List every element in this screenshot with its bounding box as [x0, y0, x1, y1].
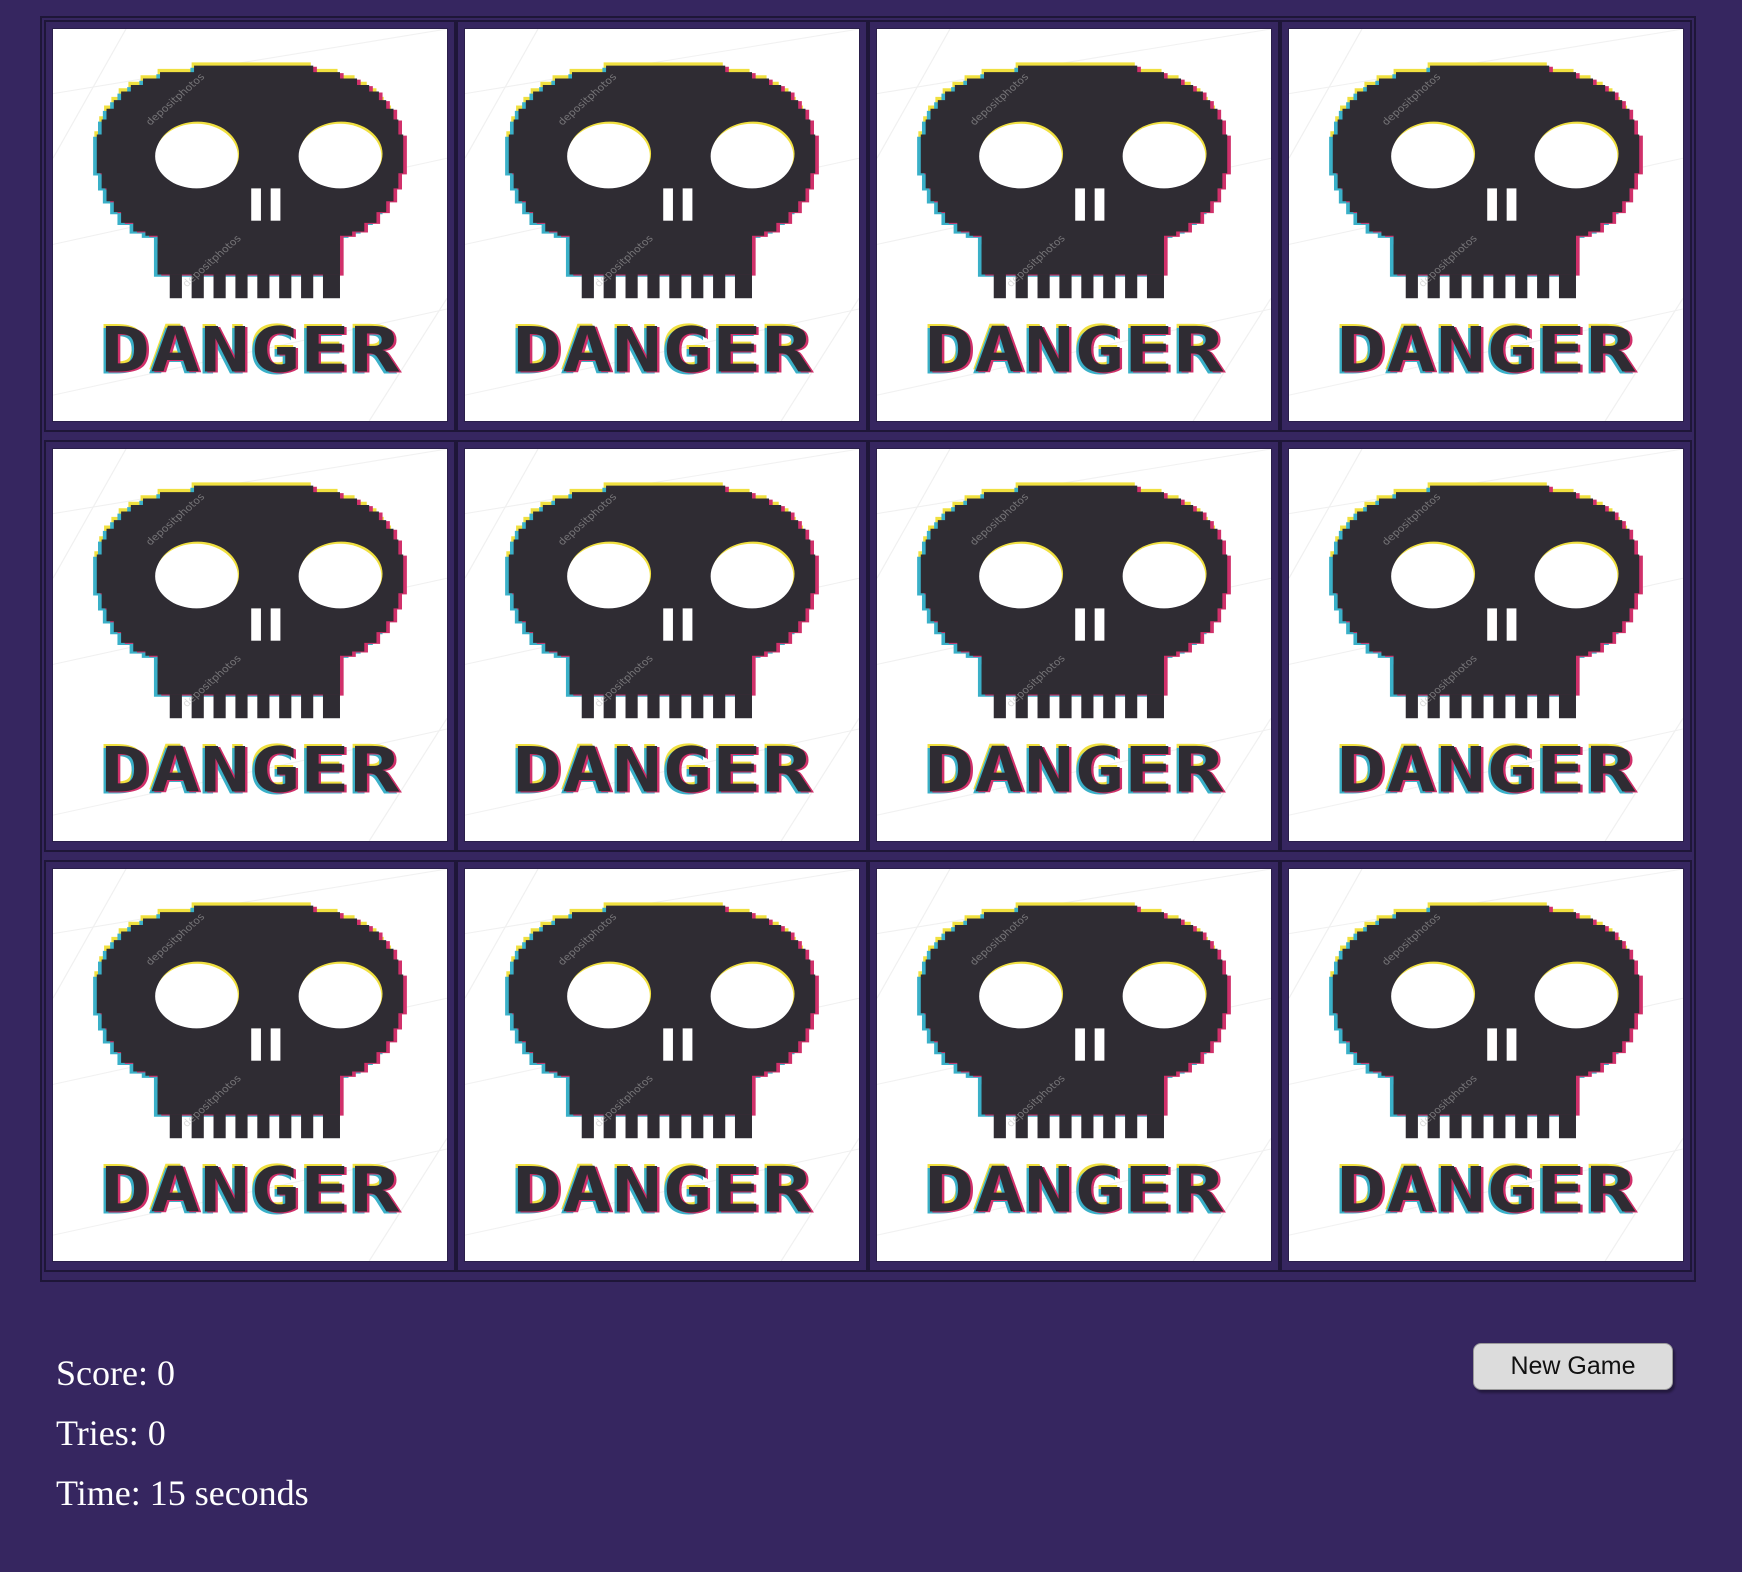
svg-text:DANGER: DANGER: [1336, 313, 1636, 386]
card-slot: DANGER DANGER DANGER DANGER depositphoto…: [44, 440, 456, 852]
svg-text:DANGER: DANGER: [512, 313, 812, 386]
svg-text:DANGER: DANGER: [512, 733, 812, 806]
svg-text:DANGER: DANGER: [512, 1153, 812, 1226]
svg-text:DANGER: DANGER: [100, 733, 400, 806]
memory-card[interactable]: DANGER DANGER DANGER DANGER depositphoto…: [464, 868, 860, 1262]
danger-skull-icon: DANGER DANGER DANGER DANGER depositphoto…: [465, 449, 859, 841]
time-display: Time: 15 seconds: [56, 1463, 309, 1523]
svg-text:DANGER: DANGER: [100, 1153, 400, 1226]
memory-card[interactable]: DANGER DANGER DANGER DANGER depositphoto…: [1288, 868, 1684, 1262]
memory-card[interactable]: DANGER DANGER DANGER DANGER depositphoto…: [52, 448, 448, 842]
card-slot: DANGER DANGER DANGER DANGER depositphoto…: [1280, 440, 1692, 852]
svg-text:DANGER: DANGER: [924, 313, 1224, 386]
card-slot: DANGER DANGER DANGER DANGER depositphoto…: [1280, 860, 1692, 1272]
danger-skull-icon: DANGER DANGER DANGER DANGER depositphoto…: [53, 869, 447, 1261]
svg-text:DANGER: DANGER: [100, 313, 400, 386]
svg-text:DANGER: DANGER: [924, 1153, 1224, 1226]
tries-value: 0: [147, 1413, 166, 1453]
time-unit: seconds: [185, 1473, 309, 1513]
new-game-button[interactable]: New Game: [1473, 1343, 1673, 1390]
danger-skull-icon: DANGER DANGER DANGER DANGER depositphoto…: [1289, 449, 1683, 841]
card-slot: DANGER DANGER DANGER DANGER depositphoto…: [456, 20, 868, 432]
game-board: DANGER DANGER DANGER DANGER depositphoto…: [40, 16, 1696, 1282]
danger-skull-icon: DANGER DANGER DANGER DANGER depositphoto…: [877, 869, 1271, 1261]
memory-card[interactable]: DANGER DANGER DANGER DANGER depositphoto…: [876, 868, 1272, 1262]
danger-skull-icon: DANGER DANGER DANGER DANGER depositphoto…: [53, 449, 447, 841]
svg-text:DANGER: DANGER: [924, 733, 1224, 806]
stats-panel: Score: 0 Tries: 0 Time: 15 seconds: [56, 1343, 309, 1523]
danger-skull-icon: DANGER DANGER DANGER DANGER depositphoto…: [1289, 869, 1683, 1261]
card-slot: DANGER DANGER DANGER DANGER depositphoto…: [868, 440, 1280, 852]
card-slot: DANGER DANGER DANGER DANGER depositphoto…: [44, 860, 456, 1272]
score-value: 0: [156, 1353, 175, 1393]
time-value: 15: [149, 1473, 186, 1513]
danger-skull-icon: DANGER DANGER DANGER DANGER depositphoto…: [877, 29, 1271, 421]
card-slot: DANGER DANGER DANGER DANGER depositphoto…: [868, 20, 1280, 432]
memory-card[interactable]: DANGER DANGER DANGER DANGER depositphoto…: [52, 868, 448, 1262]
memory-card[interactable]: DANGER DANGER DANGER DANGER depositphoto…: [464, 448, 860, 842]
card-slot: DANGER DANGER DANGER DANGER depositphoto…: [456, 440, 868, 852]
svg-text:DANGER: DANGER: [1336, 733, 1636, 806]
memory-card[interactable]: DANGER DANGER DANGER DANGER depositphoto…: [1288, 28, 1684, 422]
danger-skull-icon: DANGER DANGER DANGER DANGER depositphoto…: [1289, 29, 1683, 421]
svg-text:DANGER: DANGER: [1336, 1153, 1636, 1226]
danger-skull-icon: DANGER DANGER DANGER DANGER depositphoto…: [465, 29, 859, 421]
memory-card[interactable]: DANGER DANGER DANGER DANGER depositphoto…: [464, 28, 860, 422]
score-display: Score: 0: [56, 1343, 309, 1403]
memory-card[interactable]: DANGER DANGER DANGER DANGER depositphoto…: [52, 28, 448, 422]
danger-skull-icon: DANGER DANGER DANGER DANGER depositphoto…: [877, 449, 1271, 841]
time-label: Time:: [56, 1473, 150, 1513]
card-slot: DANGER DANGER DANGER DANGER depositphoto…: [456, 860, 868, 1272]
card-slot: DANGER DANGER DANGER DANGER depositphoto…: [1280, 20, 1692, 432]
tries-display: Tries: 0: [56, 1403, 309, 1463]
danger-skull-icon: DANGER DANGER DANGER DANGER depositphoto…: [53, 29, 447, 421]
score-label: Score:: [56, 1353, 157, 1393]
memory-card[interactable]: DANGER DANGER DANGER DANGER depositphoto…: [876, 448, 1272, 842]
tries-label: Tries:: [56, 1413, 148, 1453]
danger-skull-icon: DANGER DANGER DANGER DANGER depositphoto…: [465, 869, 859, 1261]
card-slot: DANGER DANGER DANGER DANGER depositphoto…: [868, 860, 1280, 1272]
memory-card[interactable]: DANGER DANGER DANGER DANGER depositphoto…: [1288, 448, 1684, 842]
memory-card[interactable]: DANGER DANGER DANGER DANGER depositphoto…: [876, 28, 1272, 422]
card-slot: DANGER DANGER DANGER DANGER depositphoto…: [44, 20, 456, 432]
